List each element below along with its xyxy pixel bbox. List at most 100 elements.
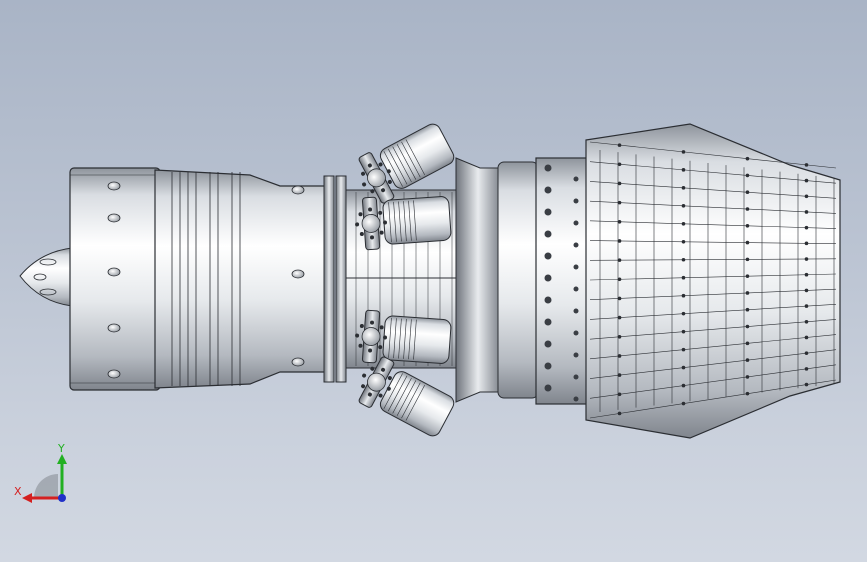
bolt-hole [291, 357, 305, 367]
turbine-bolt [544, 296, 552, 304]
nozzle-rivet [681, 383, 686, 388]
nozzle-rivet [804, 272, 809, 277]
nozzle-rivet [745, 291, 750, 295]
turbine-bolt [544, 318, 552, 326]
bolt-hole [107, 267, 121, 277]
turbine-bolt [573, 330, 579, 336]
nozzle-rivet [745, 375, 750, 379]
nozzle-rivet [745, 307, 750, 312]
nozzle-rivet [804, 351, 809, 355]
turbine-bolt [544, 274, 552, 282]
nozzle-rivet [745, 240, 750, 245]
nozzle-rivet [617, 181, 622, 186]
nozzle-rivet [681, 150, 686, 154]
nozzle-rivet [617, 315, 622, 320]
nozzle-rivet [745, 223, 750, 228]
turbine-bolt [544, 384, 552, 392]
nozzle-rivet [617, 258, 622, 262]
bolt-hole [107, 323, 121, 333]
nozzle-rivet [745, 207, 750, 211]
nozzle-rivet [681, 239, 686, 244]
nozzle-rivet [745, 391, 750, 396]
nozzle-rivet [681, 168, 686, 172]
exhaust-nozzle[interactable] [585, 123, 841, 439]
nozzle-rivet [804, 367, 809, 371]
bolt-hole [291, 269, 305, 279]
combustor-flange[interactable] [455, 157, 539, 403]
nozzle-rivet [617, 334, 622, 339]
nozzle-rivet [745, 173, 750, 178]
can-body [382, 315, 452, 364]
turbine-bolt [573, 374, 579, 380]
turbine-bolt [544, 230, 552, 238]
front-flange[interactable] [323, 175, 347, 383]
nozzle-rivet [681, 186, 686, 190]
nozzle-rivet [617, 411, 622, 416]
nozzle-rivet [804, 304, 809, 308]
turbine-bolt [544, 252, 552, 260]
bolt-hole [291, 185, 305, 195]
nose-spinner[interactable] [19, 247, 73, 307]
graphics-viewport[interactable]: Y X [0, 0, 867, 562]
nozzle-rivet [681, 293, 686, 298]
turbine-bolt [573, 264, 579, 270]
nozzle-rivet [745, 274, 750, 278]
nozzle-rivet [804, 225, 809, 230]
nozzle-rivet [681, 257, 686, 262]
turbine-bolt [573, 176, 579, 182]
nozzle-rivet [745, 358, 750, 362]
turbine-bolt [544, 340, 552, 348]
nozzle-rivet [804, 382, 809, 387]
compressor-casing[interactable] [154, 169, 331, 389]
nozzle-rivet [804, 319, 809, 324]
nozzle-rivet [681, 329, 686, 334]
nozzle-rivet [681, 204, 686, 208]
nozzle-rivet [617, 239, 622, 243]
can-body [382, 196, 452, 245]
nozzle-rivet [745, 257, 750, 262]
turbine-bolt [544, 208, 552, 216]
intake-casing[interactable] [69, 167, 161, 391]
x-axis-label: X [14, 485, 22, 498]
nozzle-rivet [617, 354, 622, 358]
nozzle-rivet [804, 178, 809, 183]
nozzle-rivet [804, 194, 809, 199]
nozzle-rivet [681, 221, 686, 226]
bolt-hole [107, 213, 121, 223]
turbine-bolt [573, 286, 579, 292]
turbine-bolt [544, 164, 552, 172]
nozzle-rivet [745, 156, 750, 161]
nozzle-rivet [617, 219, 622, 224]
nozzle-rivet [804, 288, 809, 293]
nozzle-rivet [617, 296, 622, 301]
turbine-bolt [544, 362, 552, 370]
nozzle-rivet [681, 311, 686, 316]
nozzle-rivet [617, 200, 622, 205]
nozzle-rivet [745, 341, 750, 346]
nozzle-rivet [617, 143, 622, 147]
turbine-bolt [573, 396, 579, 402]
nozzle-rivet [681, 347, 686, 352]
triad-axes-icon [22, 454, 67, 503]
turbine-bolt [573, 308, 579, 314]
nozzle-rivet [617, 277, 622, 282]
bolt-hole [107, 369, 121, 379]
nozzle-rivet [804, 241, 809, 246]
engine-model[interactable] [0, 0, 867, 562]
nozzle-rivet [745, 190, 750, 195]
turbine-bolt [573, 242, 579, 248]
turbine-casing[interactable] [535, 157, 589, 405]
y-axis-label: Y [58, 442, 65, 455]
can-bolt [362, 373, 367, 378]
bolt-hole [107, 181, 121, 191]
turbine-bolt [573, 198, 579, 204]
turbine-bolt [573, 352, 579, 358]
nozzle-rivet [804, 257, 809, 261]
nozzle-rivet [681, 401, 686, 406]
nozzle-rivet [617, 162, 622, 167]
coordinate-triad[interactable]: Y X [12, 440, 82, 510]
nozzle-rivet [681, 365, 686, 370]
nozzle-rivet [804, 163, 809, 167]
can-bolt [362, 182, 367, 187]
nozzle-rivet [681, 275, 686, 280]
